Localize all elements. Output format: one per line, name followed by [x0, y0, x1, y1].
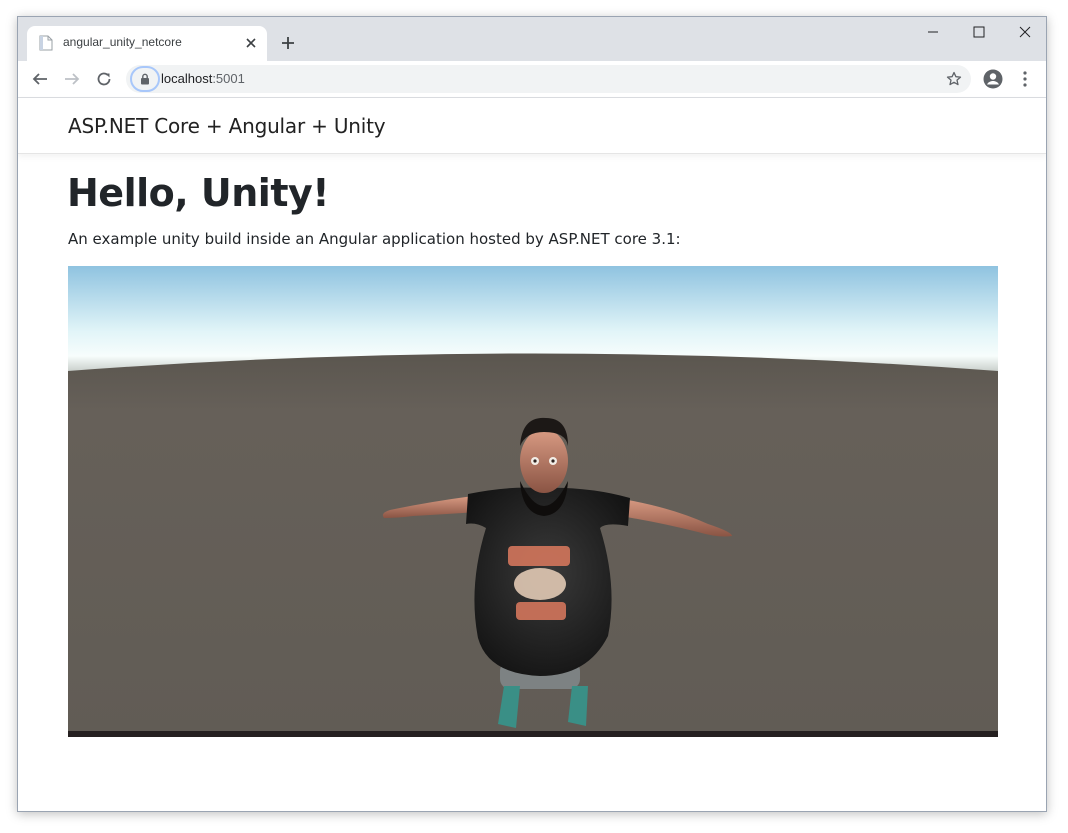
- kebab-menu-icon[interactable]: [1013, 67, 1037, 91]
- browser-window: angular_unity_netcore localhost:5001 ASP…: [17, 16, 1047, 812]
- browser-tab[interactable]: angular_unity_netcore: [27, 26, 267, 61]
- account-circle-icon[interactable]: [981, 67, 1005, 91]
- close-icon[interactable]: [243, 35, 259, 51]
- tab-title: angular_unity_netcore: [63, 35, 182, 49]
- maximize-icon[interactable]: [956, 17, 1002, 47]
- tab-strip: angular_unity_netcore: [18, 17, 1046, 61]
- star-icon[interactable]: [945, 70, 963, 88]
- reload-icon[interactable]: [92, 67, 116, 91]
- url-port: :5001: [212, 71, 245, 86]
- lock-icon[interactable]: [130, 66, 160, 92]
- arrow-left-icon[interactable]: [28, 67, 52, 91]
- address-bar[interactable]: localhost:5001: [126, 65, 971, 93]
- page-description: An example unity build inside an Angular…: [68, 230, 681, 248]
- url-host: localhost: [161, 71, 213, 86]
- close-window-icon[interactable]: [1002, 17, 1046, 47]
- minimize-icon[interactable]: [910, 17, 956, 47]
- canvas-bottom-bar: [68, 731, 998, 737]
- page-content: ASP.NET Core + Angular + Unity Hello, Un…: [18, 98, 1046, 811]
- unity-canvas[interactable]: [68, 266, 998, 737]
- plus-icon[interactable]: [277, 32, 299, 54]
- app-navbar: ASP.NET Core + Angular + Unity: [18, 98, 1046, 154]
- navbar-brand[interactable]: ASP.NET Core + Angular + Unity: [68, 114, 386, 138]
- browser-toolbar: localhost:5001: [18, 61, 1046, 98]
- url-text[interactable]: localhost:5001: [161, 71, 245, 86]
- arrow-right-icon[interactable]: [60, 67, 84, 91]
- page-title: Hello, Unity!: [67, 171, 330, 215]
- document-icon: [39, 35, 53, 51]
